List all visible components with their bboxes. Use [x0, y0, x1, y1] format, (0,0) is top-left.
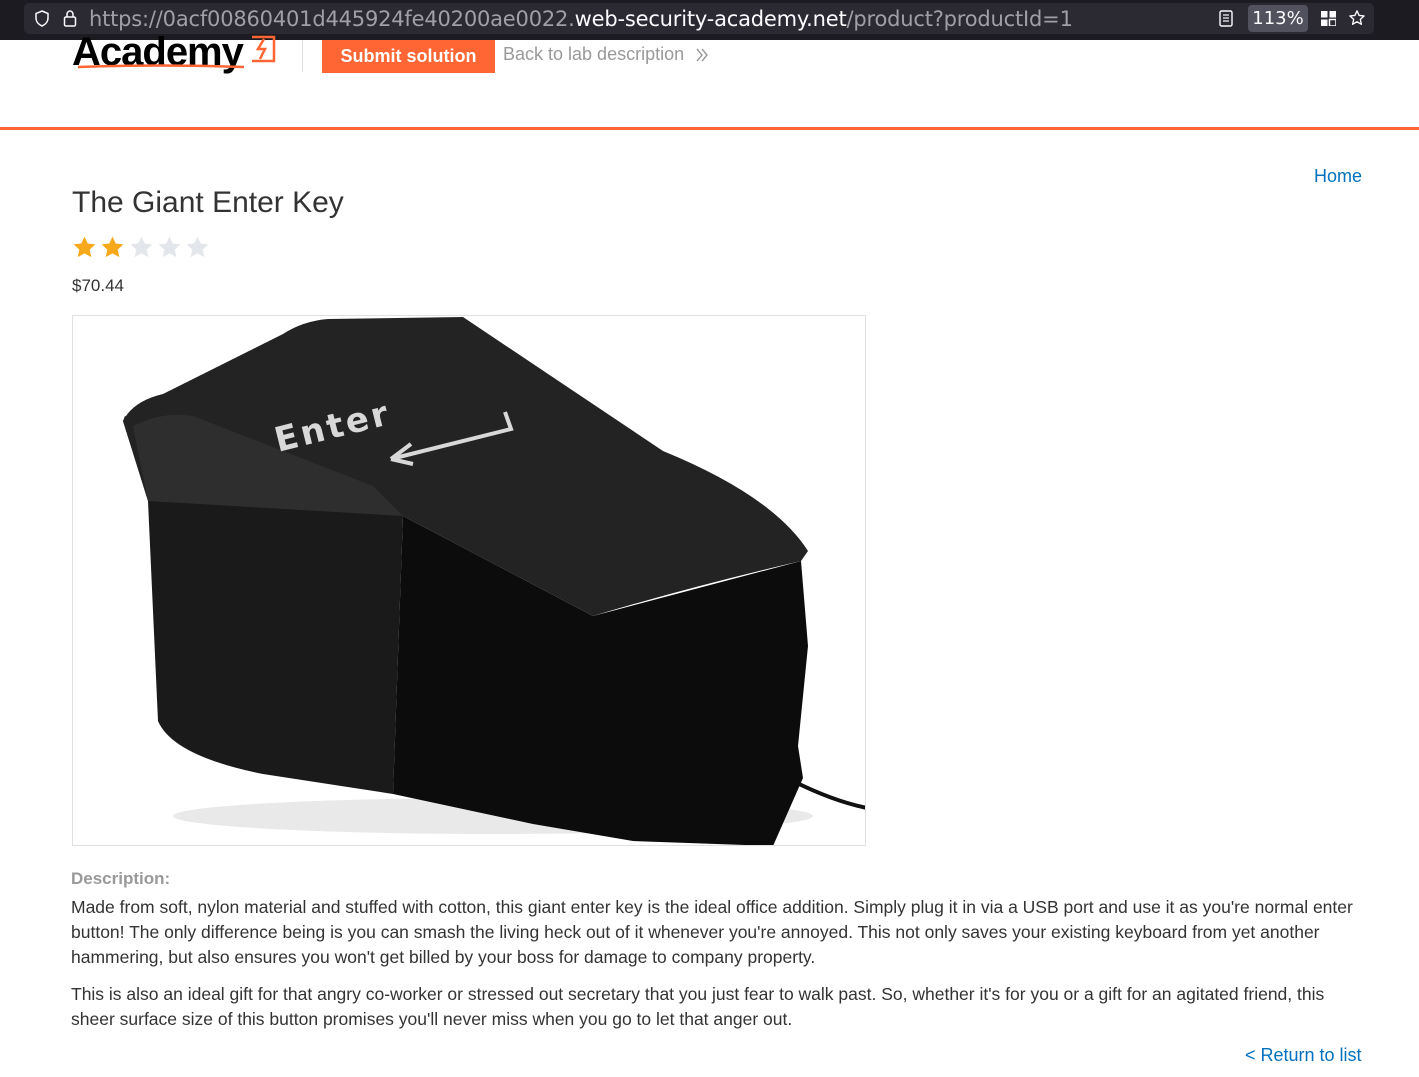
logo-mark-icon	[252, 35, 276, 63]
extensions-icon[interactable]	[1321, 11, 1336, 26]
logo-swoosh	[77, 64, 245, 69]
product-rating	[72, 235, 213, 261]
zoom-level-button[interactable]: 113%	[1248, 5, 1308, 32]
lab-header: Academy Submit solution Back to lab desc…	[0, 32, 1419, 130]
product-price: $70.44	[72, 276, 124, 295]
giant-enter-key-illustration: Enter	[123, 317, 865, 845]
url-domain: web-security-academy.net	[574, 7, 847, 31]
description-paragraph-1: Made from soft, nylon material and stuff…	[71, 897, 1353, 967]
star-empty-icon	[130, 236, 152, 258]
description-paragraph-2: This is also an ideal gift for that angr…	[71, 984, 1325, 1029]
star-empty-icon	[158, 236, 181, 258]
header-divider	[302, 40, 303, 72]
product-image: Enter	[72, 315, 866, 846]
bookmark-star-icon[interactable]	[1348, 9, 1366, 27]
description-label: Description:	[71, 869, 171, 888]
tracking-protection-shield-icon[interactable]	[34, 10, 50, 27]
product-title: The Giant Enter Key	[72, 186, 344, 219]
lock-icon[interactable]	[62, 9, 78, 27]
home-link[interactable]: Home	[1314, 166, 1362, 187]
star-filled-icon	[73, 236, 96, 258]
url-text[interactable]: https://0acf00860401d445924fe40200ae0022…	[89, 6, 1073, 32]
url-prefix: https://0acf00860401d445924fe40200ae0022…	[89, 7, 575, 31]
star-empty-icon	[186, 236, 209, 258]
url-path: /product?productId=1	[846, 7, 1073, 31]
double-chevron-right-icon[interactable]	[694, 47, 710, 63]
reader-view-icon[interactable]	[1219, 10, 1233, 27]
star-filled-icon	[101, 236, 124, 258]
academy-logo[interactable]: Academy	[72, 32, 282, 72]
back-to-lab-description-link[interactable]: Back to lab description	[503, 44, 684, 65]
return-to-list-link[interactable]: < Return to list	[1245, 1045, 1362, 1066]
submit-solution-button[interactable]: Submit solution	[322, 40, 495, 73]
